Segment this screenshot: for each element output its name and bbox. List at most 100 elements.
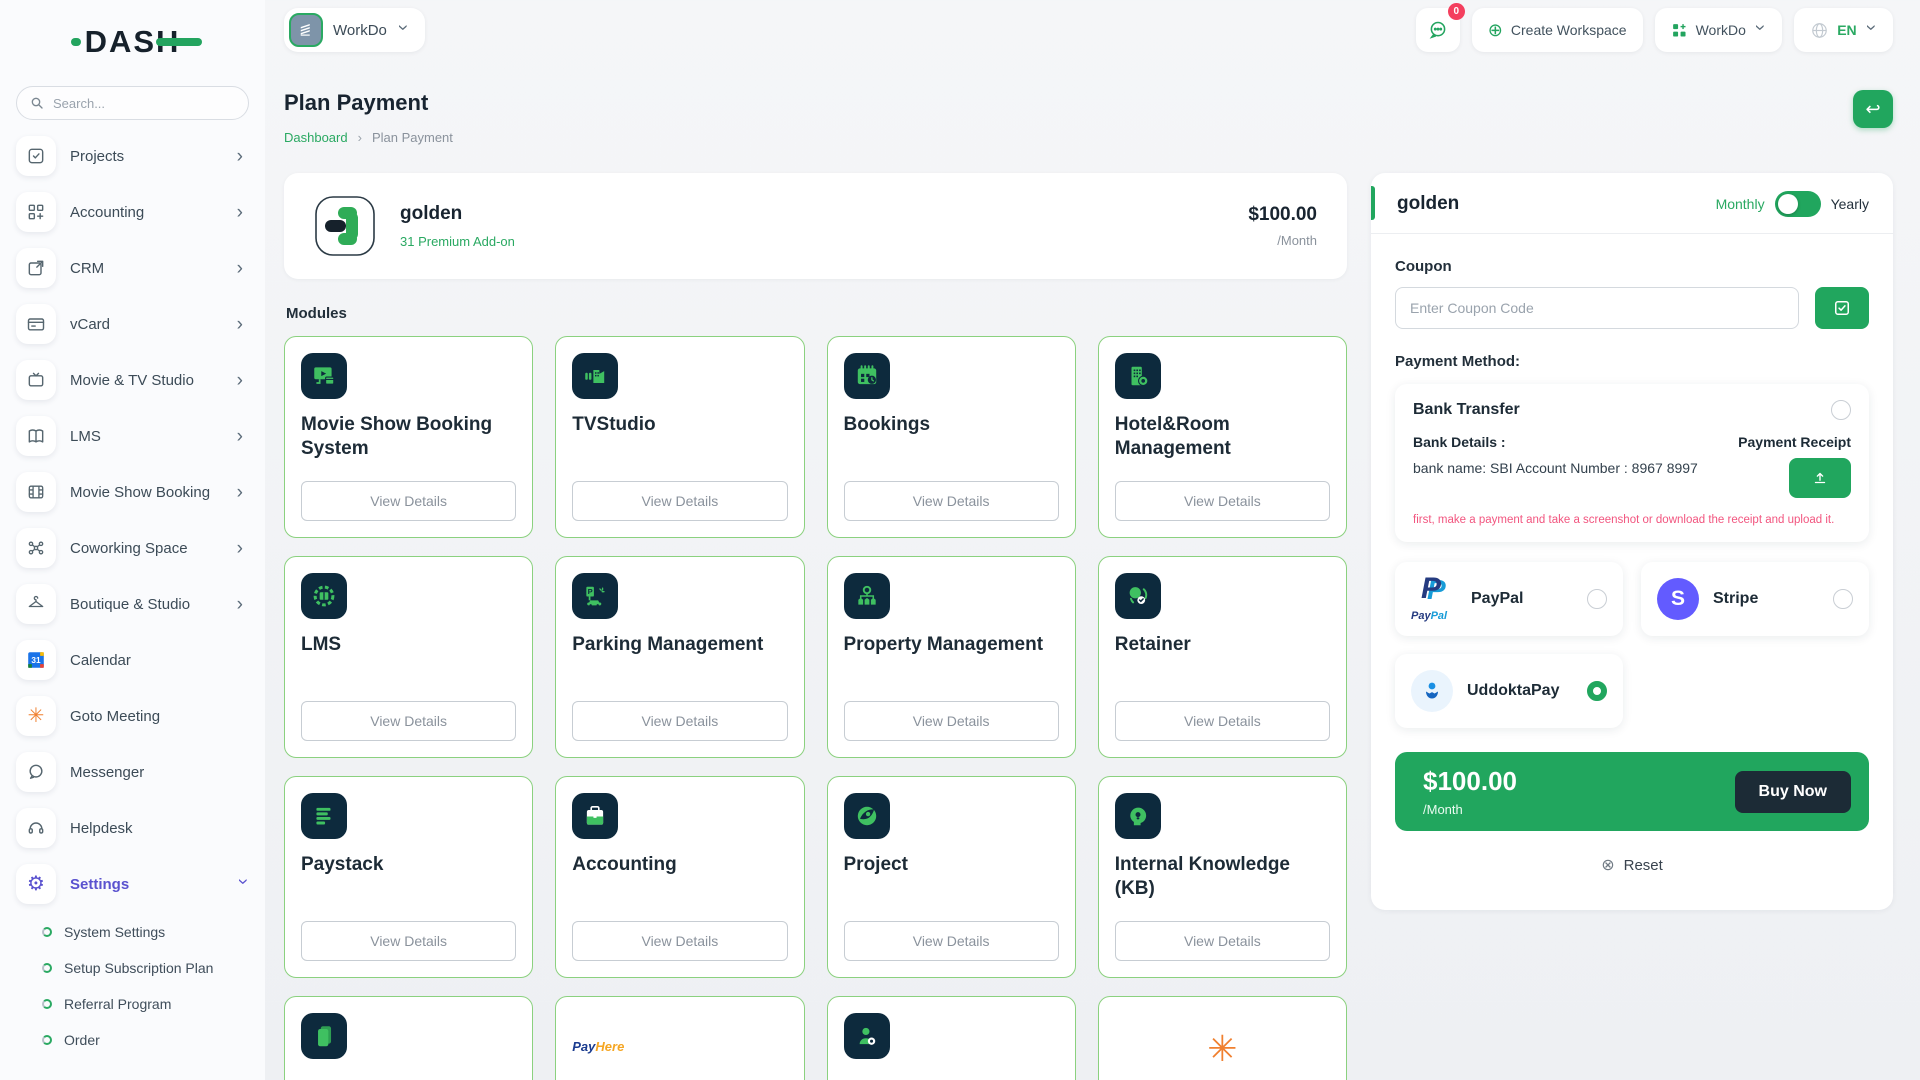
sidebar: DASH Projects › Accounting › CRM › vCard… bbox=[0, 0, 265, 1080]
chat-badge: 0 bbox=[1448, 3, 1465, 20]
chat-button[interactable]: 0 bbox=[1416, 8, 1460, 52]
sidebar-item-boutique-studio[interactable]: Boutique & Studio › bbox=[16, 584, 249, 624]
buy-now-button[interactable]: Buy Now bbox=[1735, 771, 1851, 813]
chevron-right-icon: › bbox=[237, 203, 249, 222]
billing-toggle[interactable] bbox=[1775, 191, 1821, 217]
billing-yearly-label[interactable]: Yearly bbox=[1831, 196, 1869, 212]
breadcrumb-dashboard-link[interactable]: Dashboard bbox=[284, 130, 348, 145]
module-card-partial-1 bbox=[284, 996, 533, 1080]
module-title: Accounting bbox=[572, 853, 787, 877]
bullet-icon bbox=[42, 963, 52, 973]
view-details-button[interactable]: View Details bbox=[301, 481, 516, 521]
submenu-item-referral-program[interactable]: Referral Program bbox=[16, 986, 249, 1022]
reset-label: Reset bbox=[1624, 857, 1663, 874]
view-details-button[interactable]: View Details bbox=[844, 481, 1059, 521]
chat-icon bbox=[16, 752, 56, 792]
module-card-hotel-room-management: Hotel&Room Management View Details bbox=[1098, 336, 1347, 538]
person-badge-icon bbox=[844, 1013, 890, 1059]
method-card-paypal[interactable]: PP PayPal PayPal bbox=[1395, 562, 1623, 636]
create-workspace-button[interactable]: ⊕ Create Workspace bbox=[1472, 8, 1643, 52]
back-button[interactable]: ↩ bbox=[1853, 90, 1893, 128]
view-details-button[interactable]: View Details bbox=[572, 701, 787, 741]
view-details-button[interactable]: View Details bbox=[301, 921, 516, 961]
sidebar-item-label: Calendar bbox=[70, 652, 249, 669]
module-title: Property Management bbox=[844, 633, 1059, 657]
language-code: EN bbox=[1837, 22, 1856, 38]
headset-icon bbox=[16, 808, 56, 848]
bank-transfer-note: first, make a payment and take a screens… bbox=[1413, 514, 1851, 526]
plan-summary-card: golden 31 Premium Add-on $100.00 /Month bbox=[284, 173, 1347, 279]
view-details-button[interactable]: View Details bbox=[301, 701, 516, 741]
svg-text:P: P bbox=[588, 587, 593, 596]
uddoktapay-radio[interactable] bbox=[1587, 681, 1607, 701]
sidebar-item-projects[interactable]: Projects › bbox=[16, 136, 249, 176]
view-details-button[interactable]: View Details bbox=[1115, 701, 1330, 741]
create-workspace-label: Create Workspace bbox=[1511, 22, 1627, 38]
view-details-button[interactable]: View Details bbox=[844, 701, 1059, 741]
sidebar-item-label: Accounting bbox=[70, 204, 223, 221]
chevron-right-icon: › bbox=[237, 483, 249, 502]
stripe-radio[interactable] bbox=[1833, 589, 1853, 609]
module-card-paystack: Paystack View Details bbox=[284, 776, 533, 978]
language-selector[interactable]: EN › bbox=[1794, 8, 1893, 52]
chevron-right-icon: › bbox=[237, 147, 249, 166]
workdo-menu-button[interactable]: WorkDo › bbox=[1655, 8, 1783, 52]
module-title: TVStudio bbox=[572, 413, 787, 437]
view-details-button[interactable]: View Details bbox=[572, 921, 787, 961]
paystack-bars-icon bbox=[301, 793, 347, 839]
tasks-icon bbox=[16, 136, 56, 176]
method-card-stripe[interactable]: S Stripe bbox=[1641, 562, 1869, 636]
phone-icon bbox=[301, 1013, 347, 1059]
plan-payment-content: golden 31 Premium Add-on $100.00 /Month … bbox=[284, 173, 1347, 1080]
module-title: Paystack bbox=[301, 853, 516, 877]
sidebar-item-crm[interactable]: CRM › bbox=[16, 248, 249, 288]
submenu-item-setup-subscription-plan[interactable]: Setup Subscription Plan bbox=[16, 950, 249, 986]
sidebar-item-accounting[interactable]: Accounting › bbox=[16, 192, 249, 232]
sidebar-item-goto-meeting[interactable]: ✳ Goto Meeting bbox=[16, 696, 249, 736]
search-input[interactable] bbox=[53, 96, 213, 111]
retainer-icon bbox=[1115, 573, 1161, 619]
paypal-logo: PP PayPal bbox=[1411, 576, 1457, 622]
sidebar-item-movie-tv-studio[interactable]: Movie & TV Studio › bbox=[16, 360, 249, 400]
sidebar-item-coworking-space[interactable]: Coworking Space › bbox=[16, 528, 249, 568]
billing-monthly-label[interactable]: Monthly bbox=[1716, 196, 1765, 212]
submenu-item-order[interactable]: Order bbox=[16, 1022, 249, 1058]
method-card-uddoktapay[interactable]: UddoktaPay bbox=[1395, 654, 1623, 728]
paypal-radio[interactable] bbox=[1587, 589, 1607, 609]
workspace-selector[interactable]: WorkDo › bbox=[284, 8, 425, 52]
grid-icon bbox=[16, 192, 56, 232]
close-circle-icon: ⊗ bbox=[1601, 855, 1614, 875]
coupon-input[interactable] bbox=[1395, 287, 1799, 329]
checkout-panel: golden Monthly Yearly Coupon Payment Met… bbox=[1371, 173, 1893, 910]
upload-receipt-button[interactable] bbox=[1789, 458, 1851, 498]
sidebar-item-vcard[interactable]: vCard › bbox=[16, 304, 249, 344]
method-name: PayPal bbox=[1471, 590, 1523, 608]
bullet-icon bbox=[42, 1035, 52, 1045]
module-card-tvstudio: TVStudio View Details bbox=[555, 336, 804, 538]
chevron-down-icon: › bbox=[233, 878, 252, 890]
view-details-button[interactable]: View Details bbox=[572, 481, 787, 521]
view-details-button[interactable]: View Details bbox=[1115, 921, 1330, 961]
bookings-calendar-icon bbox=[844, 353, 890, 399]
chevron-right-icon: › bbox=[237, 595, 249, 614]
bank-details-label: Bank Details : bbox=[1413, 434, 1506, 450]
total-period: /Month bbox=[1423, 802, 1517, 817]
module-title: Movie Show Booking System bbox=[301, 413, 516, 461]
module-card-partial-3 bbox=[827, 996, 1076, 1080]
sidebar-item-messenger[interactable]: Messenger bbox=[16, 752, 249, 792]
sidebar-item-lms[interactable]: LMS › bbox=[16, 416, 249, 456]
submenu-item-system-settings[interactable]: System Settings bbox=[16, 914, 249, 950]
sidebar-item-label: Boutique & Studio bbox=[70, 596, 223, 613]
sidebar-item-movie-show-booking[interactable]: Movie Show Booking › bbox=[16, 472, 249, 512]
apply-coupon-button[interactable] bbox=[1815, 287, 1869, 329]
reset-button[interactable]: ⊗ Reset bbox=[1395, 855, 1869, 875]
sidebar-item-helpdesk[interactable]: Helpdesk bbox=[16, 808, 249, 848]
sidebar-item-settings[interactable]: ⚙ Settings › bbox=[16, 864, 249, 904]
crm-icon bbox=[16, 248, 56, 288]
brand-logo[interactable]: DASH bbox=[16, 22, 249, 62]
view-details-button[interactable]: View Details bbox=[1115, 481, 1330, 521]
view-details-button[interactable]: View Details bbox=[844, 921, 1059, 961]
sidebar-search[interactable] bbox=[16, 86, 249, 120]
bank-transfer-radio[interactable] bbox=[1831, 400, 1851, 420]
sidebar-item-calendar[interactable]: 31 Calendar bbox=[16, 640, 249, 680]
